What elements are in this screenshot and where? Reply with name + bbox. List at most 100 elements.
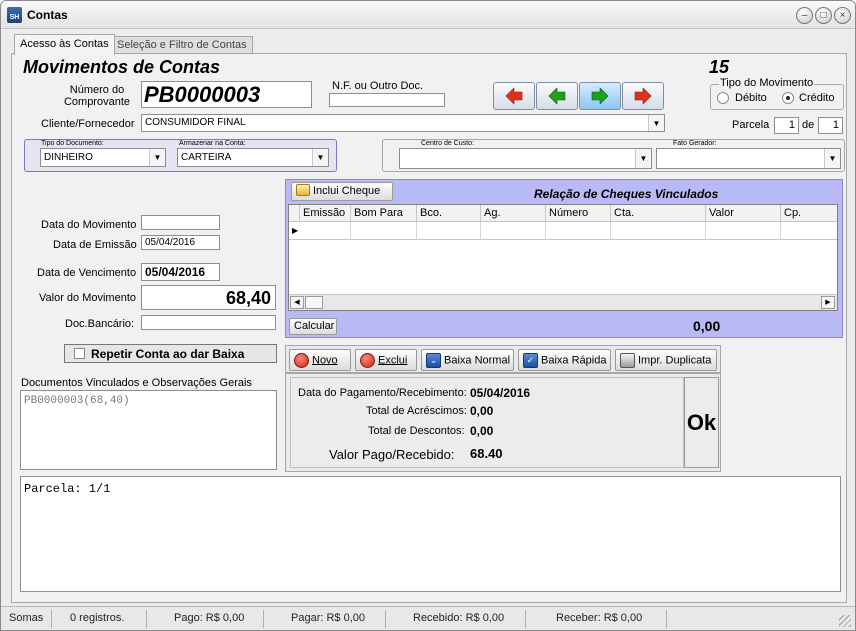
novo-label: Novo <box>312 354 338 367</box>
cheques-grid[interactable]: Emissão Bom Para Bco. Ag. Número Cta. Va… <box>288 204 838 311</box>
prev-record-button[interactable] <box>536 82 578 110</box>
chevron-down-icon[interactable]: ▼ <box>149 149 165 166</box>
impr-duplicata-label: Impr. Duplicata <box>638 354 712 367</box>
repetir-label: Repetir Conta ao dar Baixa <box>91 347 245 361</box>
armazenar-label: Armazenar na Conta: <box>179 140 246 147</box>
status-pago: Pago: R$ 0,00 <box>174 612 245 624</box>
centro-custo-combo[interactable]: ▼ <box>399 148 652 169</box>
scroll-left-icon[interactable]: ◀ <box>290 296 304 309</box>
page-title: Movimentos de Contas <box>23 57 221 77</box>
cheques-horizontal-scrollbar[interactable]: ◀ ▶ <box>289 294 837 310</box>
inclui-cheque-label: Inclui Cheque <box>313 185 381 197</box>
tab-selecao-filtro[interactable]: Seleção e Filtro de Contas <box>111 36 253 53</box>
status-receber: Receber: R$ 0,00 <box>556 612 643 624</box>
check-icon: ✓ <box>523 353 538 368</box>
valor-movimento-label: Valor do Movimento <box>39 292 137 304</box>
cliente-value: CONSUMIDOR FINAL <box>145 117 246 128</box>
last-record-button[interactable] <box>622 82 664 110</box>
cliente-label: Cliente/Fornecedor <box>41 118 135 130</box>
column-emissao[interactable]: Emissão <box>300 205 351 221</box>
arrow-next-icon <box>591 87 609 105</box>
descontos-value: 0,00 <box>470 424 494 438</box>
chevron-down-icon[interactable]: ▼ <box>312 149 328 166</box>
chevron-down-icon[interactable]: ▼ <box>824 149 840 168</box>
data-vencimento-input[interactable]: 05/04/2016 <box>141 263 220 281</box>
grid-indicator-column <box>289 205 300 221</box>
chevron-down-icon[interactable]: ▼ <box>648 115 664 131</box>
parcela-de-label: de <box>802 119 815 131</box>
repetir-conta-checkbox[interactable]: Repetir Conta ao dar Baixa <box>64 344 277 363</box>
maximize-icon[interactable]: □ <box>815 7 832 24</box>
credito-radio[interactable] <box>782 92 794 104</box>
inclui-cheque-button[interactable]: Inclui Cheque <box>291 182 393 201</box>
nf-input[interactable] <box>329 93 445 107</box>
column-numero[interactable]: Número <box>546 205 611 221</box>
next-record-button[interactable] <box>579 82 621 110</box>
column-cp[interactable]: Cp. <box>781 205 837 221</box>
novo-button[interactable]: Novo <box>289 349 351 371</box>
baixa-rapida-button[interactable]: ✓ Baixa Rápida <box>518 349 611 371</box>
notes-textarea[interactable]: Parcela: 1/1 <box>20 476 841 592</box>
tipo-documento-label: Tipo do Documento: <box>41 140 104 147</box>
printer-icon <box>620 353 635 368</box>
parcela-label: Parcela <box>732 119 770 131</box>
debito-radio[interactable] <box>717 92 729 104</box>
cheques-total: 0,00 <box>693 318 721 334</box>
impr-duplicata-button[interactable]: Impr. Duplicata <box>615 349 717 371</box>
cliente-combo[interactable]: CONSUMIDOR FINAL ▼ <box>141 114 665 132</box>
exclui-label: Exclui <box>378 354 408 367</box>
column-banco[interactable]: Bco. <box>417 205 481 221</box>
armazenar-combo[interactable]: CARTEIRA ▼ <box>177 148 329 167</box>
tipo-documento-combo[interactable]: DINHEIRO ▼ <box>40 148 166 167</box>
delete-icon <box>360 353 375 368</box>
comprovante-label: Número do Comprovante <box>63 84 131 108</box>
column-agencia[interactable]: Ag. <box>481 205 546 221</box>
docs-textarea[interactable]: PB0000003(68,40) <box>20 390 277 470</box>
column-conta[interactable]: Cta. <box>611 205 706 221</box>
minimize-icon[interactable]: – <box>796 7 813 24</box>
title-bar[interactable]: SH Contas – □ × <box>1 1 855 29</box>
status-bar: Somas 0 registros. Pago: R$ 0,00 Pagar: … <box>1 606 855 630</box>
cheques-grid-header: Emissão Bom Para Bco. Ag. Número Cta. Va… <box>289 205 837 222</box>
parcela-current-input[interactable]: 1 <box>774 117 799 134</box>
data-emissao-label: Data de Emissão <box>53 239 137 251</box>
data-vencimento-label: Data de Vencimento <box>37 267 137 279</box>
table-row[interactable]: ▶ <box>289 222 837 240</box>
resize-grip-icon[interactable] <box>839 615 851 627</box>
calcular-button[interactable]: Calcular <box>289 318 337 335</box>
valor-pago-value: 68.40 <box>470 446 503 461</box>
status-recebido: Recebido: R$ 0,00 <box>413 612 505 624</box>
baixa-rapida-label: Baixa Rápida <box>541 354 607 367</box>
nf-label: N.F. ou Outro Doc. <box>332 80 424 92</box>
data-movimento-input[interactable] <box>141 215 220 230</box>
row-pointer-icon: ▶ <box>292 226 299 235</box>
close-icon[interactable]: × <box>834 7 851 24</box>
parcela-total-input[interactable]: 1 <box>818 117 843 134</box>
exclui-button[interactable]: Exclui <box>355 349 417 371</box>
acrescimos-value: 0,00 <box>470 404 494 418</box>
arrow-prev-icon <box>548 87 566 105</box>
comprovante-input[interactable]: PB0000003 <box>141 81 312 108</box>
status-pagar: Pagar: R$ 0,00 <box>291 612 365 624</box>
fato-gerador-label: Fato Gerador: <box>673 140 717 147</box>
ok-button[interactable]: Ok <box>684 377 719 468</box>
scroll-thumb[interactable] <box>305 296 323 309</box>
valor-movimento-input[interactable]: 68,40 <box>141 285 276 310</box>
add-icon <box>294 353 309 368</box>
doc-bancario-input[interactable] <box>141 315 276 330</box>
column-valor[interactable]: Valor <box>706 205 781 221</box>
repetir-checkbox-box[interactable] <box>74 348 85 359</box>
tab-acesso-contas[interactable]: Acesso às Contas <box>14 34 115 55</box>
first-record-button[interactable] <box>493 82 535 110</box>
scroll-right-icon[interactable]: ▶ <box>821 296 835 309</box>
chevron-down-icon: ⌄ <box>426 353 441 368</box>
descontos-label: Total de Descontos: <box>368 425 465 437</box>
valor-pago-label: Valor Pago/Recebido: <box>329 447 455 462</box>
arrow-last-icon <box>634 87 652 105</box>
data-emissao-input[interactable]: 05/04/2016 <box>141 235 220 250</box>
chevron-down-icon[interactable]: ▼ <box>635 149 651 168</box>
column-bom-para[interactable]: Bom Para <box>351 205 417 221</box>
baixa-normal-button[interactable]: ⌄ Baixa Normal <box>421 349 514 371</box>
status-somas: Somas <box>9 612 44 624</box>
fato-gerador-combo[interactable]: ▼ <box>656 148 841 169</box>
